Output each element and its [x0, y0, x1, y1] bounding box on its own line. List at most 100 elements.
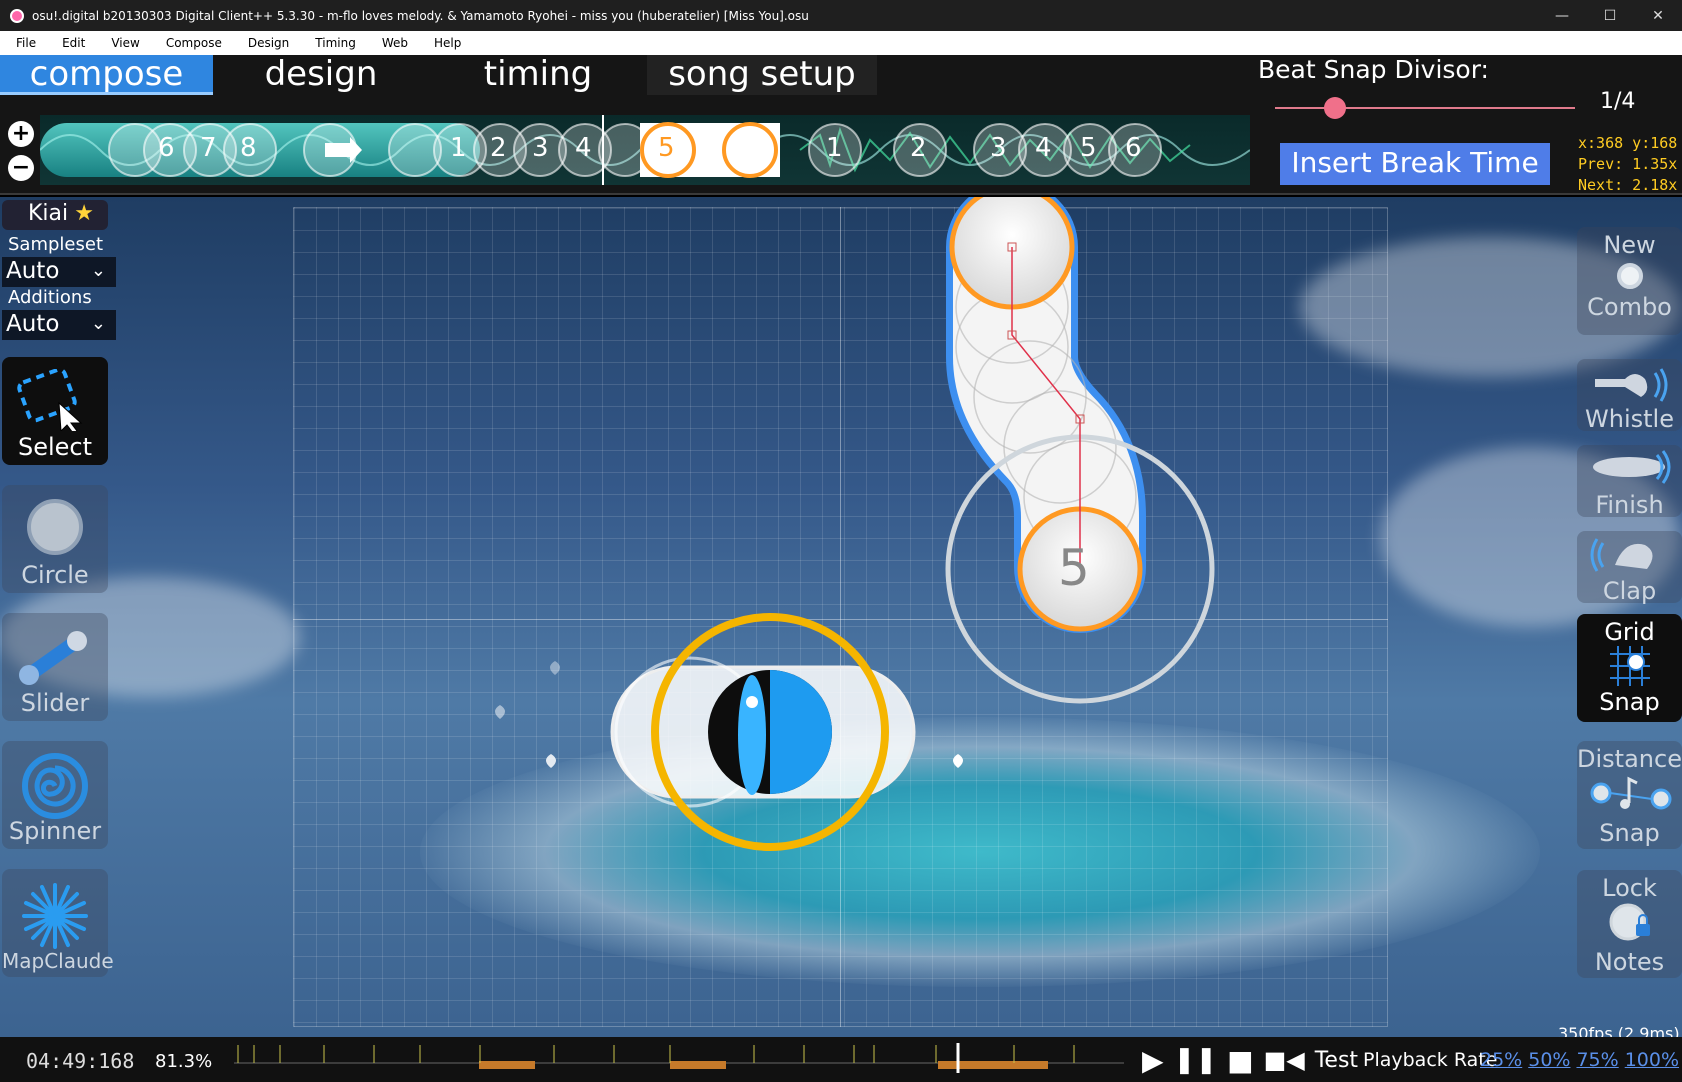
pause-icon[interactable]: ❚❚	[1174, 1045, 1218, 1075]
playback-rate-label: Playback Rate	[1363, 1049, 1498, 1071]
menu-design[interactable]: Design	[232, 36, 299, 50]
menu-view[interactable]: View	[95, 36, 149, 50]
combo-number: 1	[826, 133, 843, 163]
combo-number: 2	[490, 133, 507, 163]
mapclaude-tool-label: MapClaude	[2, 949, 114, 973]
stop-icon[interactable]: ■	[1227, 1044, 1253, 1077]
clap-label: Clap	[1602, 577, 1657, 605]
chevron-down-icon: ⌄	[90, 313, 106, 334]
song-progress-percent: 81.3%	[155, 1051, 213, 1072]
break-section	[938, 1061, 1048, 1069]
playfield[interactable]: 5 Kiai ★ Sampleset Auto ⌄ Additions Auto…	[0, 197, 1682, 1037]
combo-number: 4	[1035, 133, 1052, 163]
mapclaude-tool-button[interactable]: MapClaude	[2, 869, 114, 977]
hit-objects-layer	[495, 197, 1215, 851]
tab-timing[interactable]: timing	[429, 55, 647, 95]
playback-rate-50[interactable]: 50%	[1528, 1049, 1570, 1071]
heart-marker-icon	[550, 661, 560, 675]
spinner-tool-button[interactable]: Spinner	[2, 741, 108, 849]
new-combo-toggle[interactable]: New Combo	[1577, 227, 1682, 335]
cursor-status: x:368 y:168 Prev: 1.35x Next: 2.18x	[1578, 133, 1677, 196]
beat-snap-label: Beat Snap Divisor:	[1258, 55, 1489, 84]
play-icon[interactable]: ▶	[1142, 1044, 1164, 1077]
menu-compose[interactable]: Compose	[150, 36, 232, 50]
clap-hands-icon	[1590, 538, 1653, 572]
spinner-tool-label: Spinner	[8, 817, 102, 845]
spinner-icon	[22, 753, 88, 819]
combo-number: 5	[658, 133, 675, 163]
heart-marker-icon	[953, 754, 963, 768]
menu-bar: File Edit View Compose Design Timing Web…	[0, 31, 1682, 55]
sampleset-dropdown[interactable]: Auto ⌄	[2, 257, 116, 287]
mode-tabs: compose design timing song setup	[0, 55, 877, 95]
distance-snap-toggle[interactable]: Distance Snap	[1577, 741, 1682, 849]
kiai-label: Kiai	[28, 201, 69, 226]
editor-top-bar: compose design timing song setup Beat Sn…	[0, 55, 1682, 195]
menu-timing[interactable]: Timing	[299, 36, 366, 50]
kiai-toggle[interactable]: Kiai ★	[2, 200, 108, 230]
whistle-label: Whistle	[1585, 405, 1674, 433]
title-bar: osu!.digital b20130303 Digital Client++ …	[0, 0, 1682, 31]
zoom-in-button[interactable]: +	[8, 121, 34, 147]
circle-tool-button[interactable]: Circle	[2, 485, 108, 593]
menu-file[interactable]: File	[0, 36, 46, 50]
timeline-strip[interactable]: 6 7 8 1 2 3 4 5 1 2 3 4 5 6	[39, 115, 1251, 185]
slider-ball-stripe	[738, 675, 766, 795]
circle-tool-label: Circle	[21, 561, 89, 589]
minimize-button[interactable]: —	[1538, 0, 1586, 31]
close-button[interactable]: ✕	[1634, 0, 1682, 31]
finish-label: Finish	[1595, 491, 1664, 519]
beat-snap-slider-track[interactable]	[1275, 107, 1575, 109]
song-overview-timeline[interactable]	[234, 1043, 1124, 1073]
lock-notes-label-bottom: Notes	[1594, 948, 1665, 976]
menu-help[interactable]: Help	[418, 36, 471, 50]
lock-notes-toggle[interactable]: Lock Notes	[1577, 870, 1682, 978]
zoom-out-button[interactable]: −	[8, 155, 34, 181]
slider-tool-button[interactable]: Slider	[2, 613, 108, 721]
current-time[interactable]: 04:49:168	[26, 1049, 134, 1073]
select-tool-button[interactable]: Select	[2, 357, 108, 465]
cymbal-icon	[1592, 450, 1670, 484]
whistle-toggle[interactable]: Whistle	[1577, 359, 1682, 433]
menu-web[interactable]: Web	[366, 36, 418, 50]
sampleset-value: Auto	[6, 258, 60, 284]
combo-number: 3	[532, 133, 549, 163]
slider-ball-highlight	[746, 696, 758, 708]
window-title: osu!.digital b20130303 Digital Client++ …	[32, 8, 809, 23]
video-camera-icon[interactable]: ■◀	[1264, 1046, 1305, 1074]
clap-toggle[interactable]: Clap	[1577, 531, 1682, 605]
hit-circle-number: 5	[1058, 539, 1090, 597]
grid-snap-toggle[interactable]: Grid Snap	[1577, 614, 1682, 722]
playback-rate-100[interactable]: 100%	[1625, 1049, 1679, 1071]
break-section	[670, 1061, 726, 1069]
grid-snap-icon	[1609, 646, 1650, 686]
bottom-bar: 04:49:168 81.3% ▶ ❚❚ ■ ■◀ Test Playback	[0, 1037, 1682, 1082]
combo-number: 4	[575, 133, 592, 163]
grid-snap-label-bottom: Snap	[1599, 688, 1660, 716]
finish-toggle[interactable]: Finish	[1577, 445, 1682, 519]
tab-song-setup[interactable]: song setup	[647, 55, 877, 95]
playback-rate-75[interactable]: 75%	[1576, 1049, 1618, 1071]
tab-design[interactable]: design	[213, 55, 429, 95]
heart-marker-icon	[546, 754, 556, 768]
combo-number: 2	[910, 133, 927, 163]
maximize-button[interactable]: ☐	[1586, 0, 1634, 31]
select-icon	[17, 369, 83, 431]
tab-compose[interactable]: compose	[0, 55, 213, 95]
additions-label: Additions	[8, 287, 92, 308]
lock-icon	[1609, 903, 1650, 941]
break-section	[479, 1061, 535, 1069]
combo-number: 5	[1080, 133, 1097, 163]
beat-snap-slider-handle[interactable]	[1324, 97, 1346, 119]
chevron-down-icon: ⌄	[90, 260, 106, 281]
combo-circle-icon	[1616, 263, 1643, 289]
combo-number: 1	[450, 133, 467, 163]
test-button[interactable]: Test	[1315, 1048, 1358, 1073]
osu-editor-window: osu!.digital b20130303 Digital Client++ …	[0, 0, 1682, 1082]
grid-snap-label-top: Grid	[1604, 618, 1655, 646]
menu-edit[interactable]: Edit	[46, 36, 95, 50]
additions-dropdown[interactable]: Auto ⌄	[2, 310, 116, 340]
insert-break-time-button[interactable]: Insert Break Time	[1280, 143, 1550, 185]
playback-controls: ▶ ❚❚ ■ ■◀ Test	[1142, 1044, 1358, 1077]
playback-rate-25[interactable]: 25%	[1480, 1049, 1522, 1071]
